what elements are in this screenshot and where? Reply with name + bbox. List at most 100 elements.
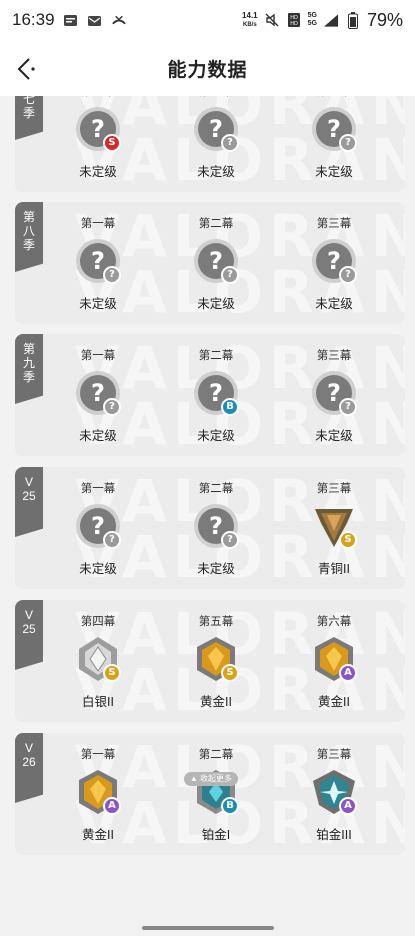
act-rank-text: 未定级: [79, 562, 117, 576]
act-rank-text: 铂金III: [316, 828, 352, 842]
act-label: 第三幕: [279, 96, 389, 99]
rank-emblem-icon: A: [73, 767, 123, 817]
tier-badge-icon: ?: [221, 531, 239, 549]
act-rank-item[interactable]: 第二幕 ? B 未定级: [161, 334, 271, 456]
act-rank-item[interactable]: 第二幕?? 未定级: [161, 202, 271, 324]
season-tag-char: 第: [22, 342, 35, 356]
rank-emblem-icon: ??: [73, 501, 123, 551]
act-rank-text: 未定级: [315, 165, 353, 179]
tier-badge-icon: S: [339, 531, 357, 549]
act-label: 第一幕: [80, 749, 116, 761]
act-label: 第一幕: [80, 218, 116, 230]
act-rank-text: 青铜II: [318, 562, 350, 576]
act-rank-item[interactable]: 第三幕?? 未定级: [279, 202, 389, 324]
signal-icon: [323, 12, 339, 28]
mute-icon: [264, 12, 280, 28]
rank-emblem-icon: ??: [309, 236, 359, 286]
act-rank-text: 未定级: [315, 429, 353, 443]
season-tag-char: 七: [22, 96, 35, 106]
act-rank-text: 未定级: [79, 297, 117, 311]
network-type: 5G 5G: [308, 12, 317, 28]
status-bar: 16:39 14.1 KB/s HD HD 5G 5G 79%: [0, 0, 415, 40]
tier-badge-icon: A: [339, 797, 357, 815]
status-time: 16:39: [12, 10, 55, 29]
act-rank-item[interactable]: 第六幕 A 黄金II: [279, 600, 389, 722]
season-tag-char: 八: [22, 224, 35, 238]
act-rank-item[interactable]: 第二幕?? 未定级: [161, 96, 271, 192]
rank-emblem-icon: A: [309, 767, 359, 817]
rank-emblem-icon: ??: [191, 501, 241, 551]
tier-badge-icon: B: [221, 398, 239, 416]
back-button[interactable]: [12, 54, 42, 84]
act-rank-text: 未定级: [197, 297, 235, 311]
home-indicator[interactable]: [142, 926, 274, 930]
season-tag-char: 26: [22, 755, 36, 769]
act-rank-item[interactable]: 第三幕 A 铂金III: [279, 733, 389, 855]
act-label: 第五幕: [198, 616, 234, 628]
mail-icon: [87, 12, 103, 28]
rank-emblem-icon: ??: [191, 236, 241, 286]
season-tag: 第九季: [15, 334, 43, 404]
rank-emblem-icon: ??: [309, 368, 359, 418]
act-rank-text: 铂金I: [201, 828, 231, 842]
net-speed: 14.1 KB/s: [242, 11, 258, 29]
act-rank-text: 未定级: [197, 562, 235, 576]
rank-emblem-icon: S: [309, 501, 359, 551]
act-label: 第二幕: [198, 350, 234, 362]
act-rank-item[interactable]: 第二幕?? 未定级: [161, 467, 271, 589]
season-tag-char: 25: [22, 622, 36, 636]
tier-badge-icon: ?: [339, 266, 357, 284]
season-tag: V 25: [15, 467, 43, 537]
act-label: 第一幕: [80, 350, 116, 362]
tier-badge-icon: ?: [339, 134, 357, 152]
act-rank-item[interactable]: 第一幕?? 未定级: [43, 334, 153, 456]
season-list[interactable]: VALORANTVALORANT第七季第一幕?S未定级第二幕??未定级第三幕??…: [0, 96, 415, 936]
act-rank-text: 未定级: [79, 165, 117, 179]
act-rank-item[interactable]: 第二幕 B 铂金I: [161, 733, 271, 855]
sim-icon: HD HD: [286, 12, 302, 28]
page-title: 能力数据: [167, 59, 248, 81]
tier-badge-icon: A: [339, 664, 357, 682]
act-rank-item[interactable]: 第一幕 ?S 未定级: [43, 96, 153, 192]
act-rank-text: 黄金II: [318, 695, 350, 709]
tier-badge-icon: ?: [221, 134, 239, 152]
svg-text:HD: HD: [290, 21, 298, 27]
act-label: 第四幕: [80, 616, 116, 628]
tier-badge-icon: A: [103, 797, 121, 815]
act-label: 第二幕: [161, 96, 271, 99]
act-rank-item[interactable]: 第三幕 S 青铜II: [279, 467, 389, 589]
season-tag-char: 第: [22, 210, 35, 224]
tier-badge-icon: ?: [339, 398, 357, 416]
season-tag: V 26: [15, 733, 43, 803]
act-rank-item[interactable]: 第一幕?? 未定级: [43, 202, 153, 324]
act-label: 第三幕: [316, 483, 352, 495]
act-rank-item[interactable]: 第五幕 S 黄金II: [161, 600, 271, 722]
season-tag-char: 25: [22, 489, 36, 503]
rank-emblem-icon: ??: [73, 368, 123, 418]
season-card: VALORANTVALORANTV25第四幕S白银II第五幕S黄金II第六幕A黄…: [15, 600, 405, 722]
season-tag-char: V: [24, 475, 33, 489]
act-label: 第一幕: [80, 483, 116, 495]
act-label: 第三幕: [316, 218, 352, 230]
net-speed-unit: KB/s: [243, 21, 257, 28]
rank-emblem-icon: S: [191, 634, 241, 684]
act-rank-text: 未定级: [79, 429, 117, 443]
act-rank-item[interactable]: 第一幕 A 黄金II: [43, 733, 153, 855]
act-rank-item[interactable]: 第三幕?? 未定级: [279, 334, 389, 456]
act-rank-text: 黄金II: [200, 695, 232, 709]
season-tag-char: 季: [22, 370, 35, 384]
collapse-more-button[interactable]: ▲ 收起更多: [184, 772, 238, 786]
missed-call-icon: [111, 12, 127, 28]
act-rank-item[interactable]: 第四幕 S 白银II: [43, 600, 153, 722]
act-rank-item[interactable]: 第一幕?? 未定级: [43, 467, 153, 589]
act-label: 第二幕: [198, 218, 234, 230]
season-tag: 第八季: [15, 202, 43, 272]
act-label: 第三幕: [316, 350, 352, 362]
rank-emblem-icon: ? S: [73, 104, 123, 154]
season-tag-char: 季: [22, 106, 35, 120]
tier-badge-icon: ?: [103, 531, 121, 549]
network-label-1: 5G: [307, 12, 317, 19]
act-rank-item[interactable]: 第三幕?? 未定级: [279, 96, 389, 192]
rank-emblem-icon: ??: [191, 104, 241, 154]
season-card: VALORANTVALORANTV26第一幕A黄金II第二幕B铂金I第三幕A铂金…: [15, 733, 405, 855]
